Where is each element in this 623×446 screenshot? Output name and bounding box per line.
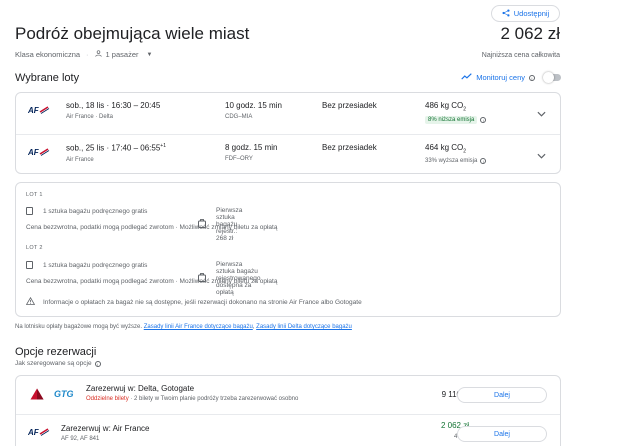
separate-tickets-tag: Oddzielne bilety xyxy=(86,396,129,402)
carry-on-line: 1 sztuka bagażu podręcznego gratis Pierw… xyxy=(26,261,260,296)
air-france-logo: AF xyxy=(28,427,50,437)
booking-option: AF Zarezerwuj w: Air France AF 92, AF 84… xyxy=(16,416,560,446)
share-label: Udostępnij xyxy=(513,9,550,18)
emissions-sub: 2 xyxy=(463,148,467,155)
trend-icon xyxy=(461,73,472,82)
lot-label: LOT 2 xyxy=(26,245,43,251)
passenger-count: 1 pasażer xyxy=(105,50,139,59)
flight-duration-block: 8 godz. 15 min FDF–ORY xyxy=(225,143,277,162)
continue-button[interactable]: Dalej xyxy=(457,426,547,442)
emissions-value: 486 kg CO xyxy=(425,101,464,110)
booking-option: GTG Zarezerwuj w: Delta, Gotogate Oddzie… xyxy=(16,376,560,415)
lowest-price-label: Najniższa cena całkowita xyxy=(481,52,560,59)
flight-route: CDG–MIA xyxy=(225,114,253,120)
delta-logo xyxy=(30,387,44,405)
flights-card: AF sob., 18 lis · 16:30 – 20:45 Air Fran… xyxy=(15,92,561,174)
booking-provider: Zarezerwuj w: Air France xyxy=(61,424,150,433)
caret-down-icon: ▼ xyxy=(146,51,153,58)
info-icon: i xyxy=(480,157,487,164)
carry-on-text: 1 sztuka bagażu podręcznego gratis xyxy=(43,261,148,269)
gotogate-logo: GTG xyxy=(54,389,74,399)
air-france-logo: AF xyxy=(28,147,50,157)
passenger-selector[interactable]: 1 pasażer ▼ xyxy=(94,50,153,59)
flight-stops: Bez przesiadek xyxy=(322,143,377,152)
flight-duration: 8 godz. 15 min xyxy=(225,143,278,152)
chevron-down-icon[interactable] xyxy=(537,109,546,119)
sort-label: Jak szeregowane są opcje xyxy=(15,360,92,367)
cabin-class: Klasa ekonomiczna xyxy=(15,50,81,59)
baggage-warning: Informacje o opłatach za bagaż nie są do… xyxy=(25,296,362,307)
flight-datetime: sob., 18 lis · 16:30 – 20:45 xyxy=(66,101,161,110)
fare-conditions: Cena bezzwrotna, podatki mogą podlegać z… xyxy=(26,278,278,285)
booking-options-title: Opcje rezerwacji xyxy=(15,346,97,358)
air-france-baggage-link[interactable]: Zasady linii Air France dotyczące bagażu xyxy=(144,324,253,330)
emissions-sub: 2 xyxy=(463,106,467,113)
carry-on-line: 1 sztuka bagażu podręcznego gratis Pierw… xyxy=(26,207,242,242)
flight-row[interactable]: AF sob., 25 lis · 17:40 – 06:55+1 Air Fr… xyxy=(16,134,560,179)
info-icon: i xyxy=(480,116,487,123)
svg-text:AF: AF xyxy=(28,106,40,115)
flight-row[interactable]: AF sob., 18 lis · 16:30 – 20:45 Air Fran… xyxy=(16,93,560,138)
flight-stops: Bez przesiadek xyxy=(322,101,377,110)
day-offset: +1 xyxy=(160,143,166,149)
page-title: Podróż obejmująca wiele miast xyxy=(15,24,250,43)
emissions-note: 33% wyższa emisja xyxy=(425,157,478,164)
flight-carrier: Air France xyxy=(66,156,94,163)
flight-carrier: Air France · Delta xyxy=(66,114,114,120)
air-france-logo: AF xyxy=(28,105,50,115)
lot-label: LOT 1 xyxy=(26,192,43,198)
fare-conditions: Cena bezzwrotna, podatki mogą podlegać z… xyxy=(26,224,278,231)
share-icon xyxy=(502,8,510,19)
flight-duration: 10 godz. 15 min xyxy=(225,101,282,110)
warning-icon xyxy=(25,296,36,307)
carry-on-bag-icon xyxy=(26,207,33,215)
baggage-note: Na lotnisku opłaty bagażowe mogą być wyż… xyxy=(15,324,352,330)
booking-detail: 2 bilety w Twoim planie podróży trzeba z… xyxy=(134,396,299,402)
delta-baggage-link[interactable]: Zasady linii Delta dotyczące bagażu xyxy=(256,324,352,330)
continue-button[interactable]: Dalej xyxy=(457,387,547,403)
total-price: 2 062 zł xyxy=(500,24,560,43)
trip-meta: Klasa ekonomiczna · 1 pasażer ▼ xyxy=(15,50,153,59)
note-text: Na lotnisku opłaty bagażowe mogą być wyż… xyxy=(15,324,143,330)
carry-on-text: 1 sztuka bagażu podręcznego gratis xyxy=(43,207,148,215)
share-button[interactable]: Udostępnij xyxy=(491,5,560,22)
booking-card: GTG Zarezerwuj w: Delta, Gotogate Oddzie… xyxy=(15,375,561,446)
svg-text:AF: AF xyxy=(28,428,40,437)
flight-route: FDF–ORY xyxy=(225,156,253,162)
info-icon: i xyxy=(529,74,535,81)
booking-option-info: Zarezerwuj w: Air France AF 92, AF 841 xyxy=(61,424,149,442)
sort-info[interactable]: Jak szeregowane są opcje i xyxy=(15,360,101,367)
track-prices[interactable]: Monitoruj ceny i xyxy=(461,72,561,83)
chevron-down-icon[interactable] xyxy=(537,151,546,161)
svg-text:AF: AF xyxy=(28,148,40,157)
track-prices-toggle[interactable] xyxy=(543,72,561,83)
info-icon: i xyxy=(94,360,101,367)
warning-text: Informacje o opłatach za bagaż nie są do… xyxy=(43,298,362,306)
person-icon xyxy=(94,50,102,59)
note-separator: , xyxy=(252,324,255,330)
flight-times: sob., 25 lis · 17:40 – 06:55+1 Air Franc… xyxy=(66,143,166,163)
booking-provider: Zarezerwuj w: Delta, Gotogate xyxy=(86,384,195,393)
flight-duration-block: 10 godz. 15 min CDG–MIA xyxy=(225,101,282,120)
baggage-card: LOT 1 1 sztuka bagażu podręcznego gratis… xyxy=(15,182,561,317)
flight-datetime: sob., 25 lis · 17:40 – 06:55 xyxy=(66,143,161,153)
emissions-note: 8% niższa emisja xyxy=(425,115,478,124)
emissions-value: 464 kg CO xyxy=(425,143,464,152)
flight-emissions: 486 kg CO2 8% niższa emisja i xyxy=(425,101,487,124)
booking-flight-numbers: AF 92, AF 841 xyxy=(61,436,100,442)
booking-option-info: Zarezerwuj w: Delta, Gotogate Oddzielne … xyxy=(86,384,299,402)
carry-on-bag-icon xyxy=(26,261,33,269)
selected-flights-title: Wybrane loty xyxy=(15,72,80,84)
flight-times: sob., 18 lis · 16:30 – 20:45 Air France … xyxy=(66,101,160,120)
track-prices-label: Monitoruj ceny xyxy=(476,73,525,82)
flight-emissions: 464 kg CO2 33% wyższa emisja i xyxy=(425,143,487,164)
